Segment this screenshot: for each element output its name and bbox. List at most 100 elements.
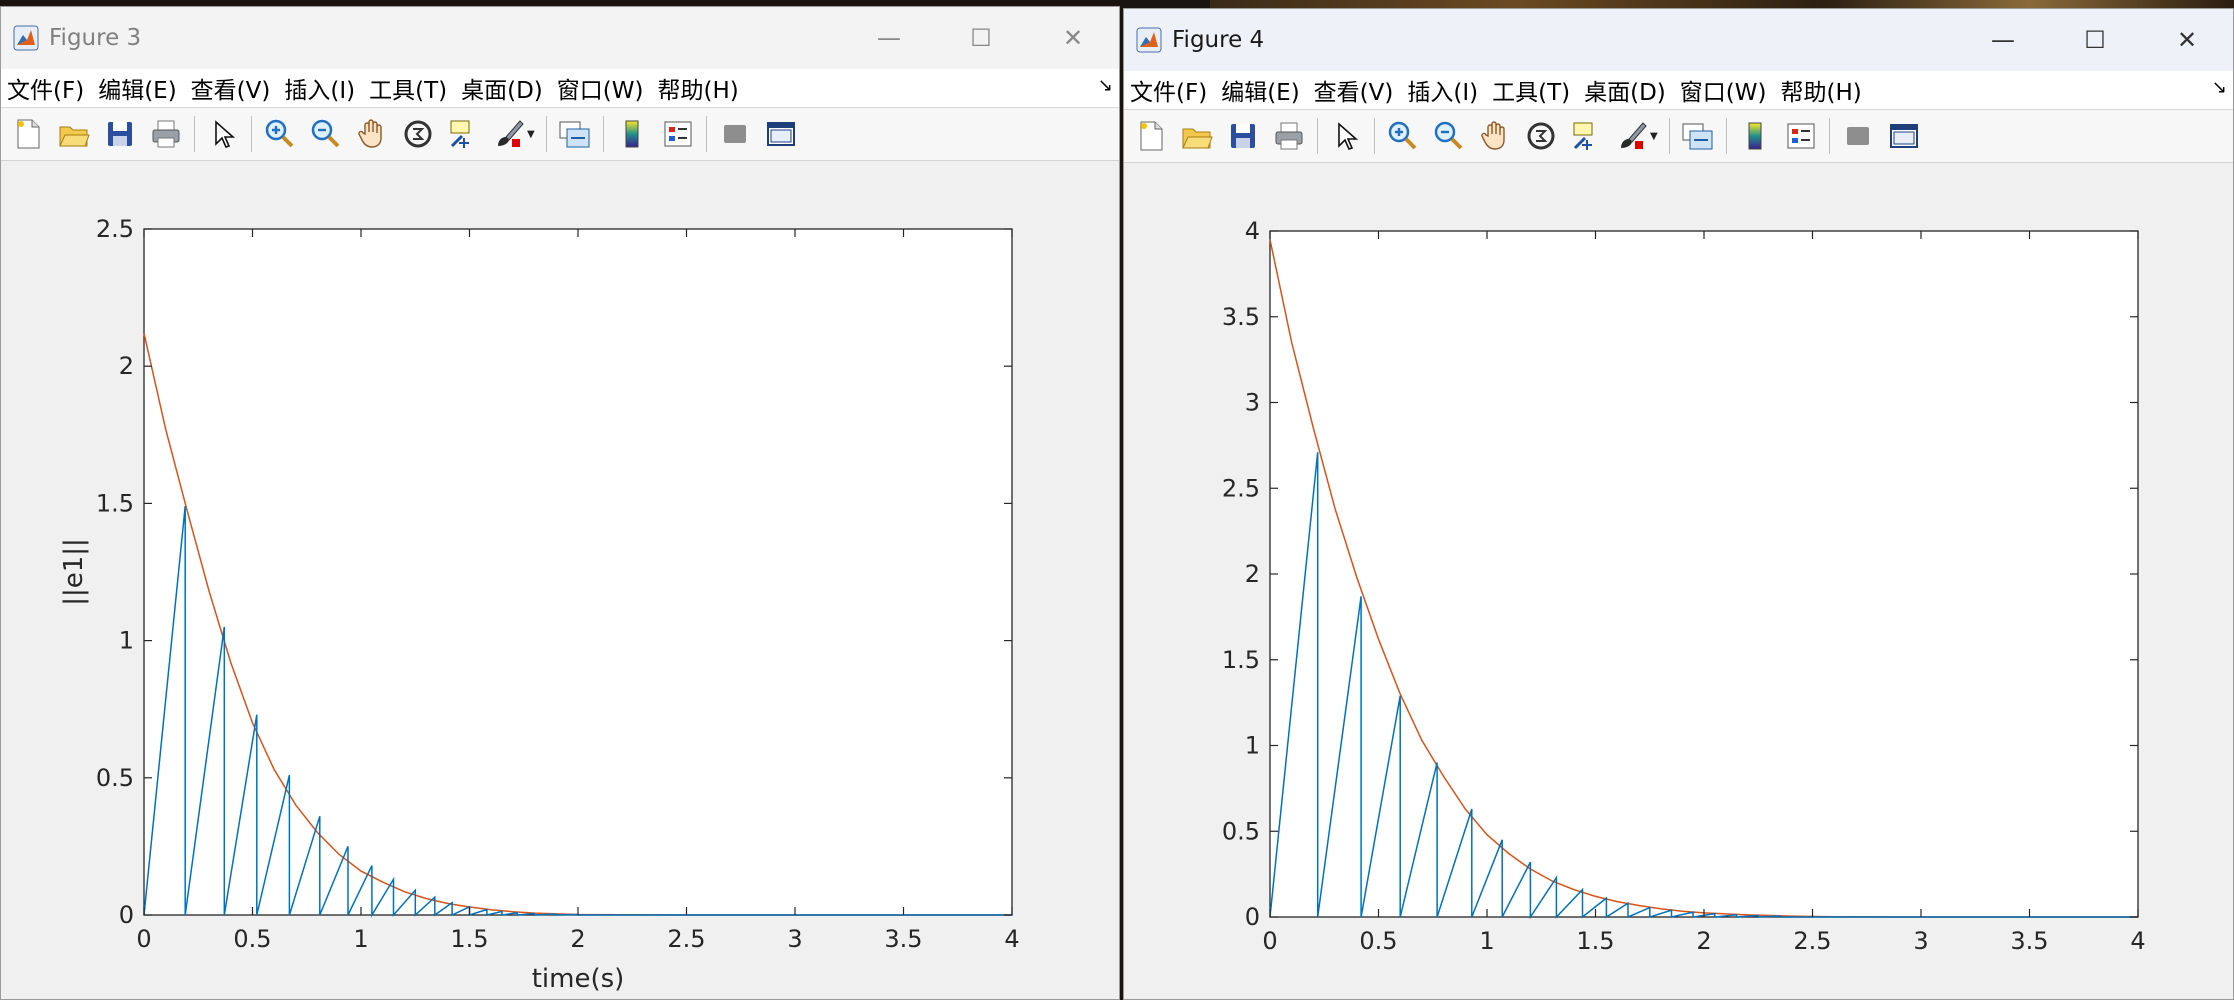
x-tick-label: 1 [353, 925, 368, 953]
open-file-icon[interactable] [55, 114, 93, 154]
link-plot-icon[interactable] [1679, 116, 1717, 156]
figure-toolbar: ▼ [1, 108, 1119, 161]
zoom-out-icon[interactable] [1430, 116, 1468, 156]
y-tick-label: 4 [1245, 217, 1260, 245]
menu-edit[interactable]: 编辑(E) [91, 71, 183, 105]
data-cursor-icon[interactable] [445, 114, 483, 154]
figure-3-window: Figure 3 — ☐ ✕ 文件(F) 编辑(E) 查看(V) 插入(I) 工… [0, 6, 1120, 1000]
menu-window[interactable]: 窗口(W) [1673, 73, 1774, 107]
title-bar[interactable]: Figure 3 — ☐ ✕ [1, 7, 1119, 69]
y-tick-label: 3.5 [1222, 303, 1260, 331]
minimize-button[interactable]: — [1957, 9, 2049, 71]
menu-insert[interactable]: 插入(I) [277, 71, 362, 105]
show-plot-tools-icon[interactable] [762, 114, 800, 154]
toolbar-separator [603, 116, 604, 152]
menu-view[interactable]: 查看(V) [184, 71, 278, 105]
toolbar-separator [546, 116, 547, 152]
maximize-button[interactable]: ☐ [935, 7, 1027, 69]
toolbar-separator [1669, 118, 1670, 154]
print-icon[interactable] [147, 114, 185, 154]
x-tick-label: 0.5 [233, 925, 271, 953]
new-figure-icon[interactable] [1132, 116, 1170, 156]
menu-tools[interactable]: 工具(T) [362, 71, 454, 105]
axes-figure-4[interactable]: 0 0.5 1 1.5 2 2.5 3 3.5 4 0 0.5 1 1.5 2 2.5 3 3.5 4 [1124, 163, 2233, 993]
menu-file[interactable]: 文件(F) [1124, 73, 1214, 107]
menu-desktop[interactable]: 桌面(D) [1577, 73, 1673, 107]
x-tick-label: 0.5 [1359, 927, 1397, 955]
pan-hand-icon[interactable] [353, 114, 391, 154]
x-tick-label: 4 [2130, 927, 2145, 955]
brush-dropdown-icon[interactable]: ▼ [1650, 131, 1660, 142]
y-tick-label: 3 [1245, 389, 1260, 417]
select-arrow-icon[interactable] [1327, 116, 1365, 156]
brush-icon[interactable] [491, 114, 529, 154]
select-arrow-icon[interactable] [204, 114, 242, 154]
zoom-in-icon[interactable] [261, 114, 299, 154]
show-plot-tools-icon[interactable] [1885, 116, 1923, 156]
rotate-3d-icon[interactable] [1522, 116, 1560, 156]
legend-icon[interactable] [1782, 116, 1820, 156]
maximize-button[interactable]: ☐ [2049, 9, 2141, 71]
toolbar-separator [706, 116, 707, 152]
menu-file[interactable]: 文件(F) [1, 71, 91, 105]
close-button[interactable]: ✕ [1027, 7, 1119, 69]
window-title: Figure 3 [49, 25, 142, 51]
menu-overflow-arrow-icon[interactable]: ↘ [2212, 77, 2227, 98]
menu-desktop[interactable]: 桌面(D) [454, 71, 550, 105]
y-tick-label: 0 [119, 901, 134, 929]
menu-insert[interactable]: 插入(I) [1400, 73, 1485, 107]
toolbar-separator [1317, 118, 1318, 154]
figure-toolbar: ▼ [1124, 110, 2233, 163]
save-icon[interactable] [101, 114, 139, 154]
hide-plot-tools-icon[interactable] [1839, 116, 1877, 156]
zoom-out-icon[interactable] [307, 114, 345, 154]
pan-hand-icon[interactable] [1476, 116, 1514, 156]
rotate-3d-icon[interactable] [399, 114, 437, 154]
x-tick-label: 1.5 [1576, 927, 1614, 955]
y-tick-label: 0 [1245, 903, 1260, 931]
colorbar-icon[interactable] [613, 114, 651, 154]
x-tick-label: 2 [570, 925, 585, 953]
colorbar-icon[interactable] [1736, 116, 1774, 156]
menu-overflow-arrow-icon[interactable]: ↘ [1098, 75, 1113, 96]
legend-icon[interactable] [659, 114, 697, 154]
close-button[interactable]: ✕ [2141, 9, 2233, 71]
menu-help[interactable]: 帮助(H) [650, 71, 745, 105]
x-axis-label: time(s) [532, 964, 625, 991]
toolbar-separator [1829, 118, 1830, 154]
axes-box[interactable] [143, 228, 1013, 916]
open-file-icon[interactable] [1178, 116, 1216, 156]
title-bar[interactable]: Figure 4 — ☐ ✕ [1124, 9, 2233, 71]
matlab-logo-icon [1134, 25, 1164, 55]
x-tick-label: 2.5 [667, 925, 705, 953]
brush-dropdown-icon[interactable]: ▼ [527, 129, 537, 140]
y-axis-label: ||e1|| [59, 538, 89, 606]
axes-figure-3[interactable]: 0 0.5 1 1.5 2 2.5 3 3.5 4 0 0.5 1 1.5 2 2.5 time(s) ||e1… [1, 161, 1119, 994]
y-tick-label: 2 [119, 352, 134, 380]
hide-plot-tools-icon[interactable] [716, 114, 754, 154]
menu-view[interactable]: 查看(V) [1307, 73, 1401, 107]
x-tick-label: 0 [136, 925, 151, 953]
menu-tools[interactable]: 工具(T) [1485, 73, 1577, 107]
plot-area[interactable]: 0 0.5 1 1.5 2 2.5 3 3.5 4 0 0.5 1 1.5 2 2.5 time(s) ||e1… [1, 161, 1119, 995]
plot-area[interactable]: 0 0.5 1 1.5 2 2.5 3 3.5 4 0 0.5 1 1.5 2 2.5 3 3.5 4 [1124, 163, 2233, 997]
menu-help[interactable]: 帮助(H) [1773, 73, 1868, 107]
data-cursor-icon[interactable] [1568, 116, 1606, 156]
matlab-logo-icon [11, 23, 41, 53]
y-tick-label: 0.5 [1222, 817, 1260, 845]
menu-edit[interactable]: 编辑(E) [1214, 73, 1306, 107]
menu-window[interactable]: 窗口(W) [550, 71, 651, 105]
brush-icon[interactable] [1614, 116, 1652, 156]
y-tick-label: 1 [1245, 732, 1260, 760]
menu-bar: 文件(F) 编辑(E) 查看(V) 插入(I) 工具(T) 桌面(D) 窗口(W… [1, 69, 1119, 108]
minimize-button[interactable]: — [843, 7, 935, 69]
y-tick-label: 0.5 [96, 764, 134, 792]
new-figure-icon[interactable] [9, 114, 47, 154]
save-icon[interactable] [1224, 116, 1262, 156]
link-plot-icon[interactable] [556, 114, 594, 154]
x-tick-label: 1.5 [450, 925, 488, 953]
y-tick-label: 1.5 [96, 489, 134, 517]
print-icon[interactable] [1270, 116, 1308, 156]
zoom-in-icon[interactable] [1384, 116, 1422, 156]
x-tick-label: 1 [1479, 927, 1494, 955]
